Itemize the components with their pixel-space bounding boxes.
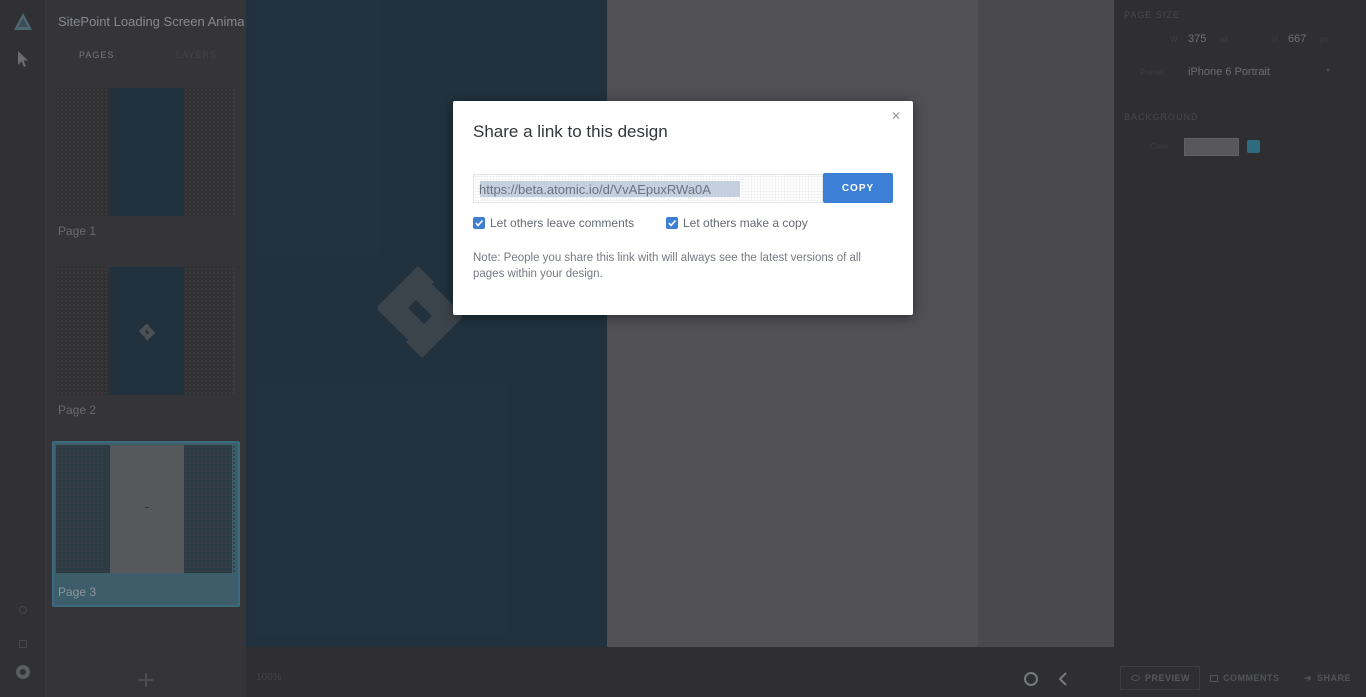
copy-button[interactable]: COPY <box>823 173 893 203</box>
allow-copy-checkbox[interactable]: Let others make a copy <box>666 216 808 230</box>
share-link-field[interactable] <box>473 174 823 203</box>
close-icon[interactable]: ✕ <box>889 109 903 123</box>
share-link-input[interactable] <box>479 180 819 198</box>
allow-copy-label: Let others make a copy <box>683 216 808 230</box>
checkbox-checked-icon[interactable] <box>473 217 485 229</box>
share-note: Note: People you share this link with wi… <box>473 252 861 280</box>
allow-comments-checkbox[interactable]: Let others leave comments <box>473 216 634 230</box>
allow-comments-label: Let others leave comments <box>490 216 635 230</box>
share-dialog: Share a link to this design ✕ COPY Let o… <box>453 101 913 315</box>
dialog-title: Share a link to this design <box>473 122 668 141</box>
checkbox-checked-icon[interactable] <box>666 217 678 229</box>
